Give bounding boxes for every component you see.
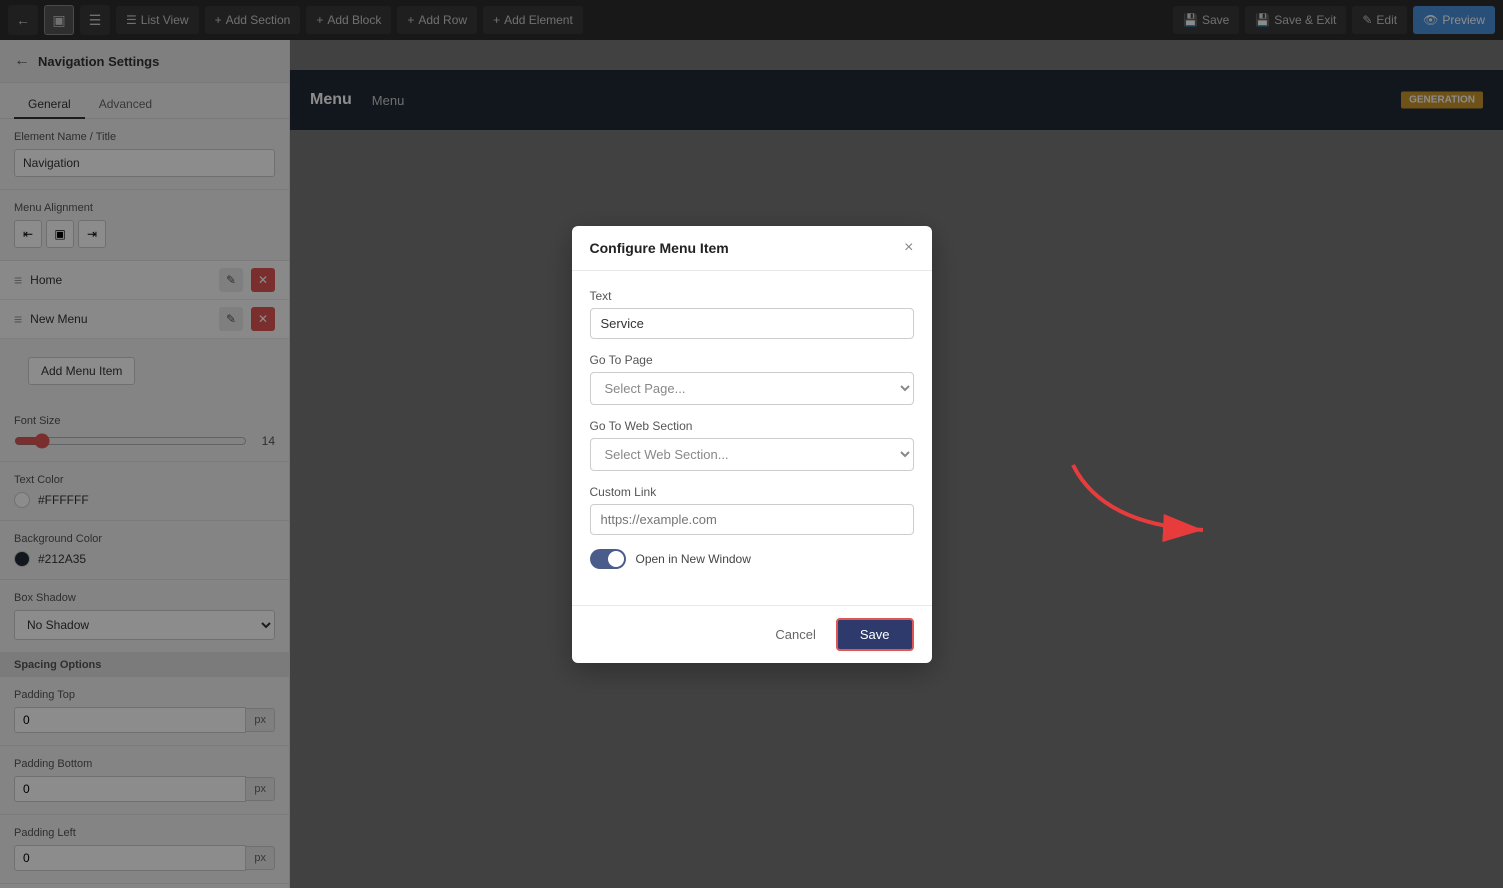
text-input[interactable]	[590, 308, 914, 339]
modal-overlay: Configure Menu Item × Text Go To Page Se…	[0, 0, 1503, 888]
text-field-group: Text	[590, 289, 914, 339]
go-to-page-select[interactable]: Select Page...	[590, 372, 914, 405]
go-to-web-section-select[interactable]: Select Web Section...	[590, 438, 914, 471]
modal-footer: Cancel Save	[572, 605, 932, 663]
modal-body: Text Go To Page Select Page... Go To Web…	[572, 271, 932, 605]
custom-link-label: Custom Link	[590, 485, 914, 499]
go-to-page-field-group: Go To Page Select Page...	[590, 353, 914, 405]
go-to-web-section-field-group: Go To Web Section Select Web Section...	[590, 419, 914, 471]
custom-link-input[interactable]	[590, 504, 914, 535]
go-to-page-label: Go To Page	[590, 353, 914, 367]
save-button-modal[interactable]: Save	[836, 618, 914, 651]
modal-header: Configure Menu Item ×	[572, 226, 932, 271]
modal-close-button[interactable]: ×	[904, 240, 913, 256]
open-new-window-row: Open in New Window	[590, 549, 914, 569]
modal-title: Configure Menu Item	[590, 240, 729, 256]
configure-menu-item-modal: Configure Menu Item × Text Go To Page Se…	[572, 226, 932, 663]
cancel-button[interactable]: Cancel	[765, 621, 825, 648]
toggle-knob	[608, 551, 624, 567]
text-label: Text	[590, 289, 914, 303]
open-new-window-label: Open in New Window	[636, 552, 751, 566]
custom-link-field-group: Custom Link	[590, 485, 914, 535]
go-to-web-section-label: Go To Web Section	[590, 419, 914, 433]
open-new-window-toggle[interactable]	[590, 549, 626, 569]
